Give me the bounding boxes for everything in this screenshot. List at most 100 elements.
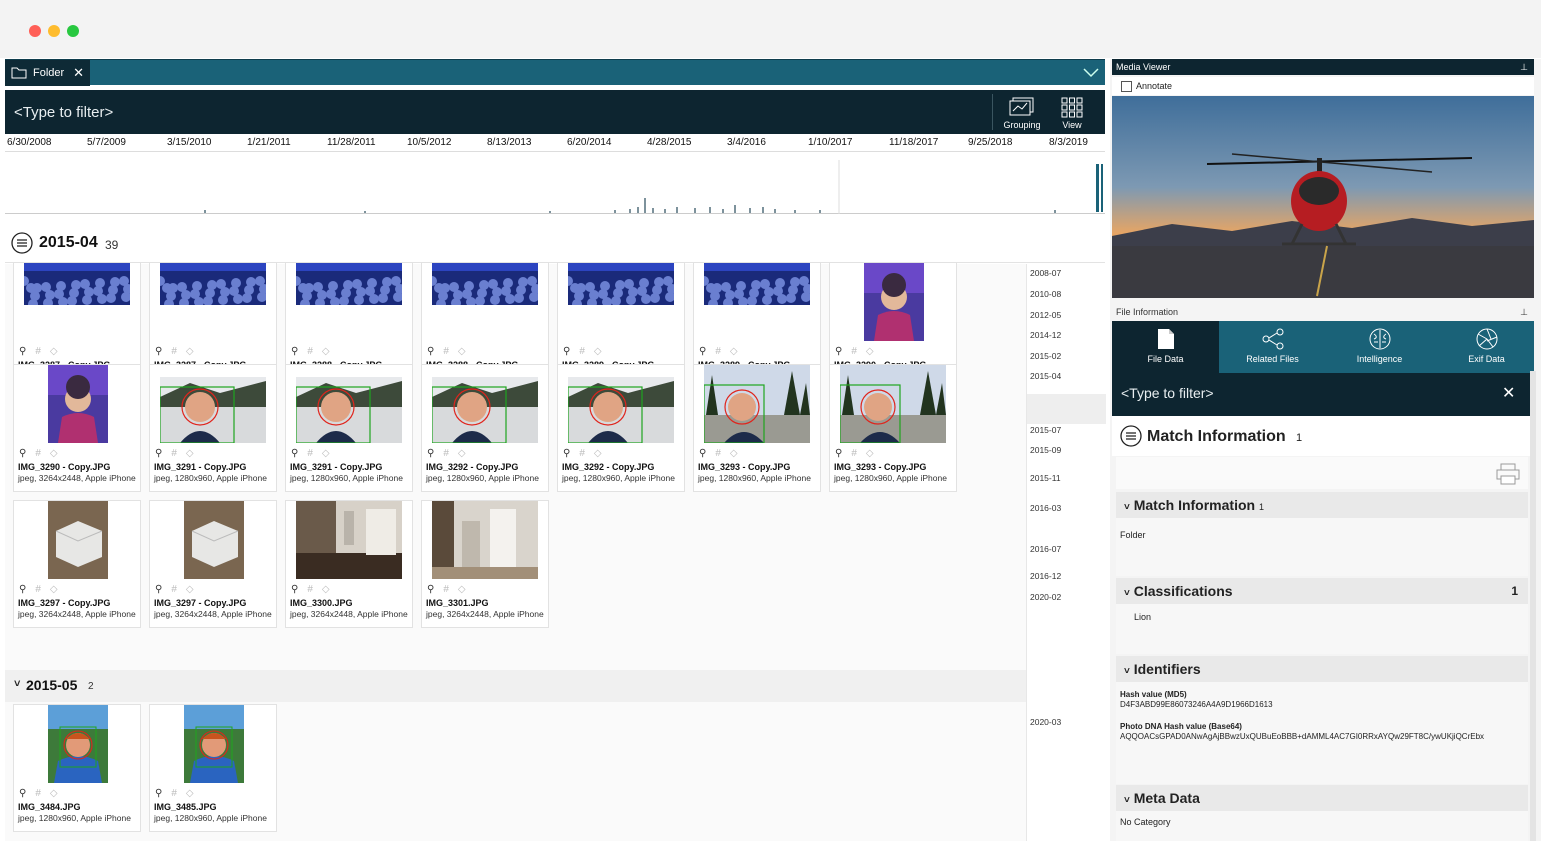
thumbnail-card[interactable]: ⚲ # ◇ IMG_3297 - Copy.JPG jpeg, 3264x2448, A…	[13, 500, 141, 628]
tag-icon[interactable]: ◇	[186, 788, 194, 799]
info-filter-input[interactable]: <Type to filter>	[1121, 385, 1214, 401]
year-axis-label[interactable]: 2012-05	[1030, 310, 1061, 320]
location-pin-icon[interactable]: ⚲	[19, 448, 26, 459]
location-pin-icon[interactable]: ⚲	[563, 448, 570, 459]
thumbnail-card[interactable]: ⚲ # ◇ IMG_3292 - Copy.JPG jpeg, 1280x960, Ap…	[557, 364, 685, 492]
tag-icon[interactable]: ◇	[50, 346, 58, 357]
close-window-button[interactable]	[29, 25, 41, 37]
thumbnail-image[interactable]	[160, 263, 266, 305]
thumbnail-card[interactable]: ⚲ # ◇ IMG_3293 - Copy.JPG jpeg, 1280x960, Ap…	[829, 364, 957, 492]
thumbnail-image[interactable]	[48, 501, 108, 579]
section-menu-icon[interactable]	[1120, 425, 1142, 447]
location-pin-icon[interactable]: ⚲	[291, 584, 298, 595]
tag-icon[interactable]: ◇	[866, 346, 874, 357]
section-meta-data[interactable]: ˅ Meta Data	[1116, 785, 1528, 811]
thumbnail-image[interactable]	[840, 365, 946, 443]
chevron-down-icon[interactable]	[1083, 68, 1099, 78]
tab-exif-data[interactable]: Exif Data	[1433, 321, 1540, 373]
thumbnail-image[interactable]	[568, 263, 674, 305]
thumbnail-image[interactable]	[48, 365, 108, 443]
thumbnail-card[interactable]: ⚲ # ◇ IMG_3484.JPG jpeg, 1280x960, Apple iPh…	[13, 704, 141, 832]
thumbnail-image[interactable]	[864, 263, 924, 341]
year-axis-label[interactable]: 2008-07	[1030, 268, 1061, 278]
section-classifications[interactable]: ˅ Classifications 1	[1116, 578, 1528, 604]
location-pin-icon[interactable]: ⚲	[427, 448, 434, 459]
year-scroll-axis[interactable]: 2008-07 2010-08 2012-05 2014-12 2015-02 2015-…	[1026, 264, 1106, 841]
annotate-checkbox[interactable]	[1121, 81, 1132, 92]
view-button[interactable]: View	[1047, 94, 1097, 132]
location-pin-icon[interactable]: ⚲	[19, 788, 26, 799]
tag-icon[interactable]: ◇	[50, 788, 58, 799]
thumbnail-image[interactable]	[184, 705, 244, 783]
tag-icon[interactable]: ◇	[594, 346, 602, 357]
tab-intelligence[interactable]: Intelligence	[1326, 321, 1433, 373]
location-pin-icon[interactable]: ⚲	[155, 448, 162, 459]
thumbnail-image[interactable]	[48, 705, 108, 783]
group-menu-icon[interactable]	[11, 232, 33, 254]
location-pin-icon[interactable]: ⚲	[427, 346, 434, 357]
thumbnail-image[interactable]	[432, 501, 538, 579]
year-axis-thumb[interactable]	[1027, 394, 1106, 424]
timeline-histogram[interactable]	[5, 160, 1105, 214]
thumbnail-image[interactable]	[568, 377, 674, 443]
tag-icon[interactable]: ◇	[186, 448, 194, 459]
thumbnail-card[interactable]: ⚲ # ◇ IMG_3291 - Copy.JPG jpeg, 1280x960, Ap…	[149, 364, 277, 492]
tag-icon[interactable]: ◇	[322, 448, 330, 459]
pin-icon[interactable]: ⊥	[1520, 304, 1528, 320]
location-pin-icon[interactable]: ⚲	[291, 448, 298, 459]
section-identifiers[interactable]: ˅ Identifiers	[1116, 656, 1528, 682]
thumbnail-card[interactable]: ⚲ # ◇ IMG_3292 - Copy.JPG jpeg, 1280x960, Ap…	[421, 364, 549, 492]
location-pin-icon[interactable]: ⚲	[155, 346, 162, 357]
year-axis-label[interactable]: 2015-11	[1030, 473, 1061, 483]
clear-filter-icon[interactable]: ✕	[1502, 383, 1515, 403]
tag-icon[interactable]: ◇	[458, 448, 466, 459]
tab-file-data[interactable]: File Data	[1112, 321, 1219, 373]
thumbnail-image[interactable]	[296, 377, 402, 443]
tag-icon[interactable]: ◇	[730, 346, 738, 357]
year-axis-label[interactable]: 2016-03	[1030, 503, 1061, 513]
year-axis-label[interactable]: 2016-12	[1030, 571, 1061, 581]
tab-folder[interactable]: Folder ✕	[5, 60, 90, 86]
year-axis-label[interactable]: 2014-12	[1030, 330, 1061, 340]
location-pin-icon[interactable]: ⚲	[835, 346, 842, 357]
pin-icon[interactable]: ⊥	[1520, 59, 1528, 75]
thumbnail-card[interactable]: ⚲ # ◇ IMG_3300.JPG jpeg, 3264x2448, Apple iP…	[285, 500, 413, 628]
year-axis-label[interactable]: 2015-07	[1030, 425, 1061, 435]
grouping-button[interactable]: Grouping	[997, 94, 1047, 132]
tag-icon[interactable]: ◇	[458, 584, 466, 595]
tag-icon[interactable]: ◇	[322, 346, 330, 357]
location-pin-icon[interactable]: ⚲	[291, 346, 298, 357]
tag-icon[interactable]: ◇	[322, 584, 330, 595]
thumbnail-image[interactable]	[24, 263, 130, 305]
location-pin-icon[interactable]: ⚲	[155, 788, 162, 799]
collapse-chevron-icon[interactable]: ˅	[1124, 588, 1130, 599]
thumbnail-card[interactable]: ⚲ # ◇ IMG_3291 - Copy.JPG jpeg, 1280x960, Ap…	[285, 364, 413, 492]
location-pin-icon[interactable]: ⚲	[835, 448, 842, 459]
tag-icon[interactable]: ◇	[186, 346, 194, 357]
maximize-window-button[interactable]	[67, 25, 79, 37]
thumbnail-image[interactable]	[432, 377, 538, 443]
collapse-chevron-icon[interactable]: ˅	[14, 678, 20, 690]
year-axis-label[interactable]: 2015-02	[1030, 351, 1061, 361]
tag-icon[interactable]: ◇	[458, 346, 466, 357]
tag-icon[interactable]: ◇	[50, 584, 58, 595]
group-header-2015-04[interactable]: 2015-04 39	[5, 229, 1105, 263]
year-axis-label[interactable]: 2010-08	[1030, 289, 1061, 299]
tag-icon[interactable]: ◇	[50, 448, 58, 459]
tag-icon[interactable]: ◇	[186, 584, 194, 595]
location-pin-icon[interactable]: ⚲	[699, 346, 706, 357]
thumbnail-card[interactable]: ⚲ # ◇ IMG_3485.JPG jpeg, 1280x960, Apple iPh…	[149, 704, 277, 832]
tag-icon[interactable]: ◇	[730, 448, 738, 459]
thumbnail-image[interactable]	[704, 365, 810, 443]
location-pin-icon[interactable]: ⚲	[699, 448, 706, 459]
thumbnail-image[interactable]	[704, 263, 810, 305]
collapse-chevron-icon[interactable]: ˅	[1124, 502, 1130, 513]
media-preview-image[interactable]	[1112, 96, 1534, 298]
year-axis-label[interactable]: 2016-07	[1030, 544, 1061, 554]
section-match-information[interactable]: ˅ Match Information 1	[1116, 492, 1528, 518]
printer-icon[interactable]	[1496, 463, 1520, 485]
location-pin-icon[interactable]: ⚲	[427, 584, 434, 595]
year-axis-label[interactable]: 2020-02	[1030, 592, 1061, 602]
scrollbar[interactable]	[1530, 371, 1536, 841]
thumbnail-card[interactable]: ⚲ # ◇ IMG_3297 - Copy.JPG jpeg, 3264x2448, A…	[149, 500, 277, 628]
